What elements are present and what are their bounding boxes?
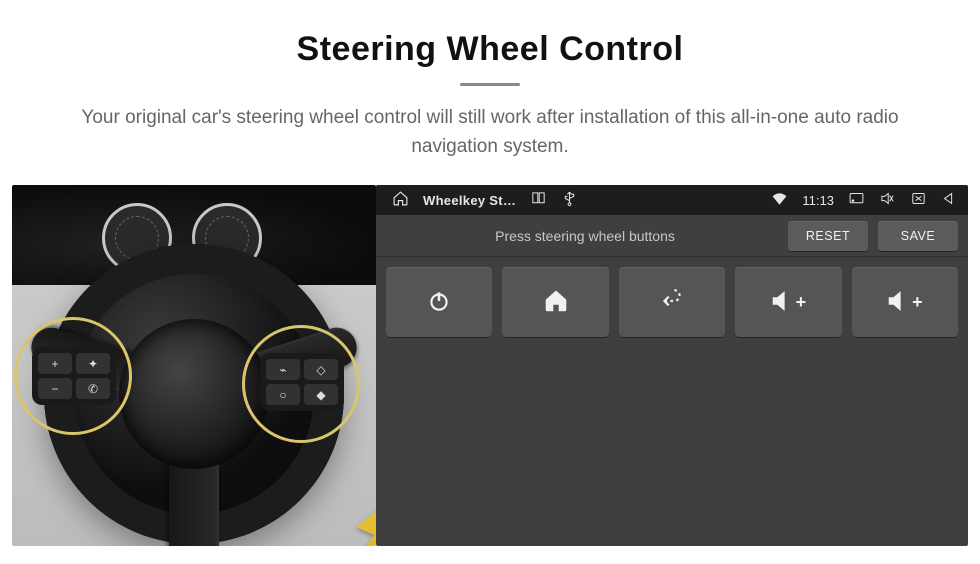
- mute-icon[interactable]: [879, 190, 896, 210]
- key-back[interactable]: [619, 267, 725, 337]
- home-filled-icon: [543, 288, 569, 317]
- statusbar-time: 11:13: [802, 193, 834, 208]
- key-home[interactable]: [502, 267, 608, 337]
- usb-icon: [561, 190, 578, 210]
- sub-bar: Press steering wheel buttons RESET SAVE: [376, 215, 968, 257]
- home-icon[interactable]: [392, 190, 409, 210]
- reset-button[interactable]: RESET: [788, 221, 868, 251]
- speaker-icon: [770, 288, 796, 317]
- close-square-icon[interactable]: [910, 190, 927, 210]
- statusbar-app-title: Wheelkey St…: [423, 193, 516, 208]
- key-power[interactable]: [386, 267, 492, 337]
- wheel-buttons-left: +✦ −✆: [32, 347, 116, 405]
- key-volume-up-1[interactable]: +: [735, 267, 841, 337]
- wheel-buttons-right: ⌁◇ ○◆: [260, 353, 344, 411]
- plus-label: +: [912, 292, 924, 313]
- steering-wheel-image: +✦ −✆ ⌁◇ ○◆: [12, 185, 376, 546]
- return-icon: [659, 288, 685, 317]
- yellow-arrow: [252, 465, 376, 546]
- book-icon: [530, 190, 547, 210]
- key-volume-up-2[interactable]: +: [852, 267, 958, 337]
- page-subtitle: Your original car's steering wheel contr…: [40, 104, 940, 161]
- status-bar: Wheelkey St… 11:13: [376, 185, 968, 215]
- power-icon: [426, 288, 452, 317]
- headunit-screen: Wheelkey St… 11:13 Press steering wheel …: [376, 185, 968, 546]
- cast-icon[interactable]: [848, 190, 865, 210]
- title-rule: [460, 83, 520, 86]
- speaker-icon: [886, 288, 912, 317]
- save-button[interactable]: SAVE: [878, 221, 958, 251]
- hint-text: Press steering wheel buttons: [392, 228, 778, 244]
- wifi-icon: [771, 190, 788, 210]
- key-row: + +: [376, 257, 968, 347]
- page-title: Steering Wheel Control: [40, 30, 940, 69]
- plus-label: +: [796, 292, 808, 313]
- back-triangle-icon[interactable]: [941, 190, 958, 210]
